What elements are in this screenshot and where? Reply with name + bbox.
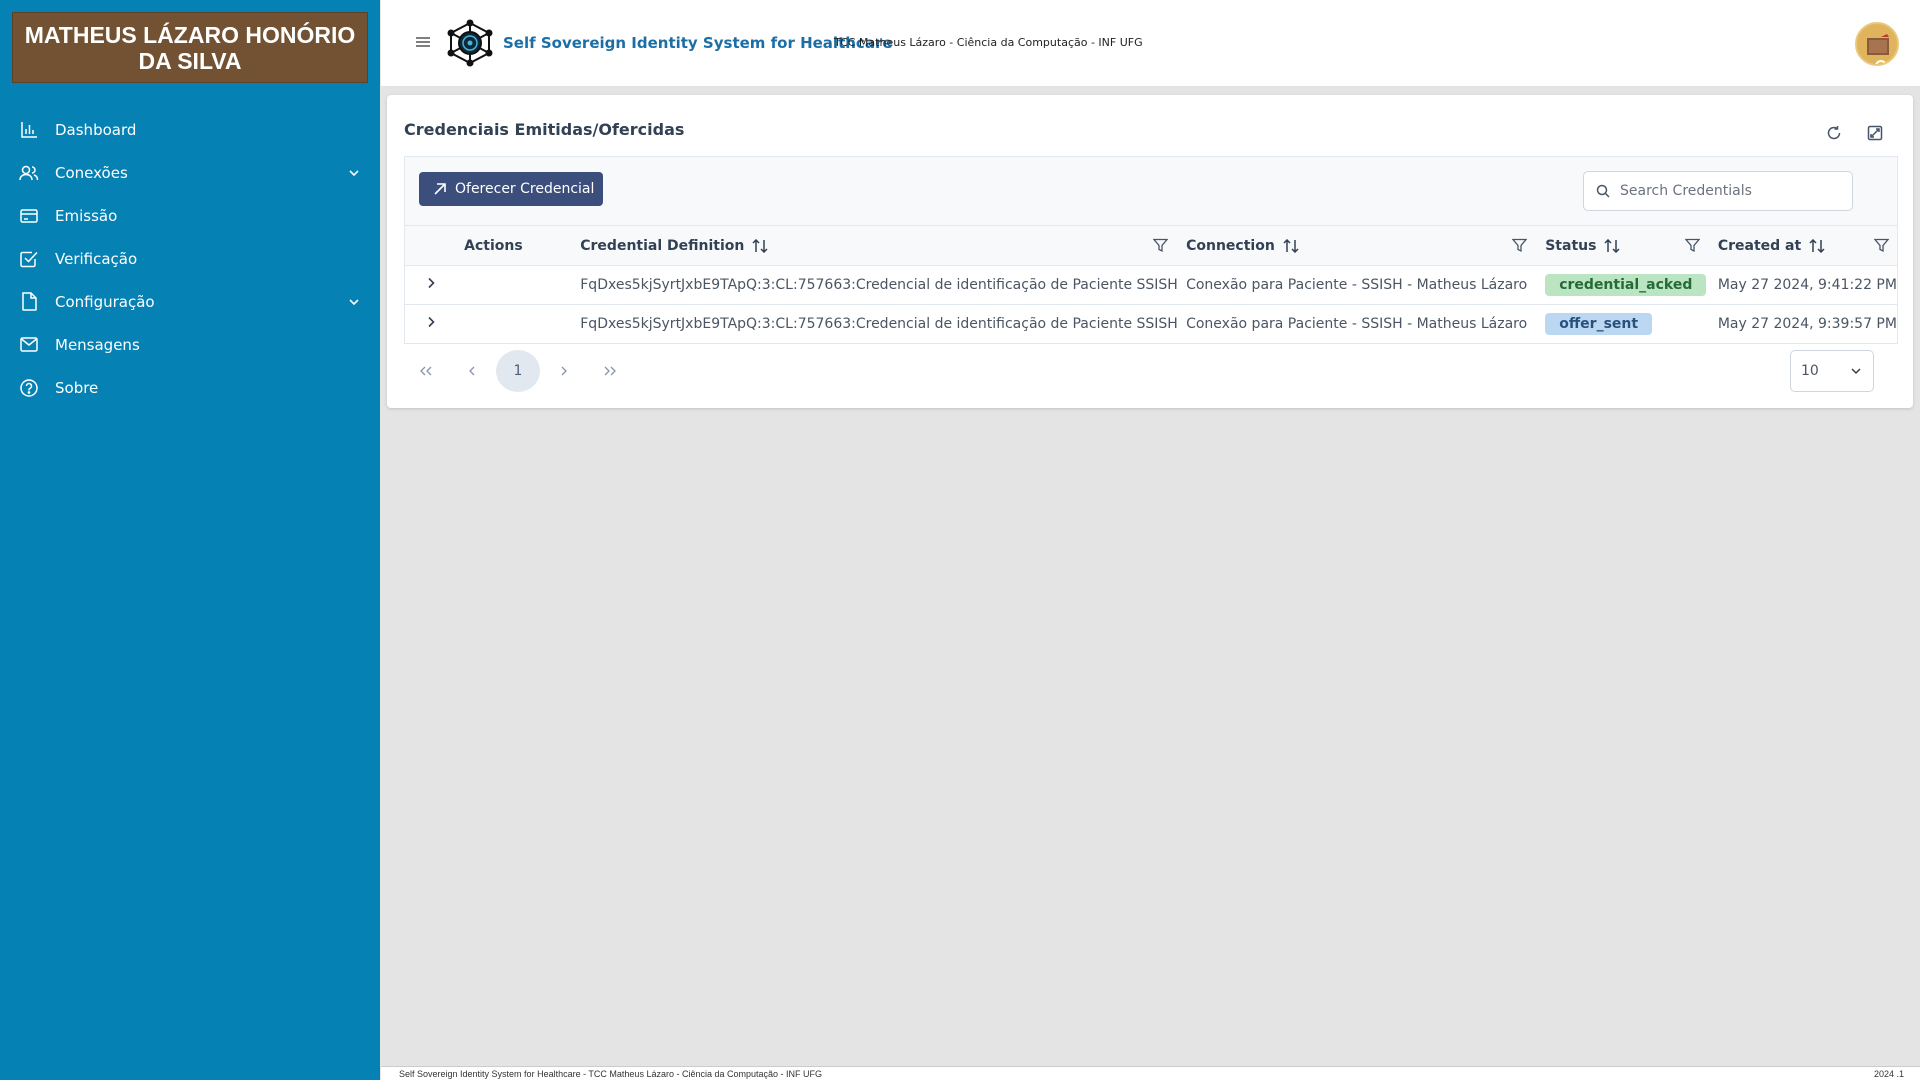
next-page-button[interactable] xyxy=(542,350,586,392)
topbar: Self Sovereign Identity System for Healt… xyxy=(381,0,1920,87)
status-badge: credential_acked xyxy=(1545,274,1707,296)
credentials-table: Actions Credential Definition Connection xyxy=(404,225,1898,344)
sort-icon[interactable] xyxy=(1283,238,1299,253)
chart-bar-icon xyxy=(19,120,39,140)
rows-per-page-value: 10 xyxy=(1801,363,1819,379)
chevron-down-icon xyxy=(1851,368,1861,375)
question-circle-icon xyxy=(19,378,39,398)
actions-cell xyxy=(464,304,581,344)
status-cell: offer_sent xyxy=(1545,304,1718,344)
check-square-icon xyxy=(19,249,39,269)
previous-page-button[interactable] xyxy=(450,350,494,392)
column-header-created-at[interactable]: Created at xyxy=(1717,225,1898,266)
sidebar-item-verificacao[interactable]: Verificação xyxy=(0,237,380,280)
chevron-right-icon xyxy=(428,277,435,289)
credentials-card: Credenciais Emitidas/Ofercidas Oferecer … xyxy=(387,95,1913,408)
rows-per-page-select[interactable]: 10 xyxy=(1790,350,1874,392)
pagination: 1 xyxy=(404,350,634,392)
offer-credential-label: Oferecer Credencial xyxy=(455,181,595,197)
sort-icon[interactable] xyxy=(1809,238,1825,253)
footer-version: 2024 .1 xyxy=(1873,1069,1904,1079)
chevron-left-icon xyxy=(469,366,475,376)
column-header-credential-definition[interactable]: Credential Definition xyxy=(580,225,1187,266)
chevron-down-icon xyxy=(346,294,362,310)
chevron-right-icon xyxy=(428,316,435,328)
app-subtitle: TCC Matheus Lázaro - Ciência da Computaç… xyxy=(834,36,1143,49)
table-row: FqDxes5kjSyrtJxbE9TApQ:3:CL:757663:Crede… xyxy=(404,304,1898,344)
footer-text: Self Sovereign Identity System for Healt… xyxy=(399,1069,823,1079)
column-header-status[interactable]: Status xyxy=(1545,225,1718,266)
sidebar-item-label: Conexões xyxy=(55,163,128,182)
filter-icon[interactable] xyxy=(1684,238,1700,253)
arrow-up-right-icon xyxy=(434,183,446,195)
filter-icon[interactable] xyxy=(1153,238,1169,253)
status-badge xyxy=(1875,60,1887,64)
envelope-icon xyxy=(19,335,39,355)
column-header-label: Status xyxy=(1545,237,1597,254)
footer: Self Sovereign Identity System for Healt… xyxy=(381,1066,1920,1080)
sidebar-item-conexoes[interactable]: Conexões xyxy=(0,151,380,194)
created-at-cell: May 27 2024, 9:39:57 PM xyxy=(1717,304,1898,344)
users-icon xyxy=(19,163,39,183)
refresh-icon[interactable] xyxy=(1823,122,1845,144)
expand-icon[interactable] xyxy=(1864,122,1886,144)
sidebar-item-sobre[interactable]: Sobre xyxy=(0,366,380,409)
credential-definition-cell: FqDxes5kjSyrtJxbE9TApQ:3:CL:757663:Crede… xyxy=(580,304,1187,344)
hamburger-menu-icon[interactable] xyxy=(415,34,431,50)
sidebar-item-dashboard[interactable]: Dashboard xyxy=(0,108,380,151)
column-header-label: Credential Definition xyxy=(580,237,745,254)
last-page-button[interactable] xyxy=(588,350,632,392)
user-name-banner: MATHEUS LÁZARO HONÓRIO DA SILVA xyxy=(12,12,368,83)
sidebar-item-mensagens[interactable]: Mensagens xyxy=(0,323,380,366)
status-badge: offer_sent xyxy=(1545,313,1653,335)
sort-icon[interactable] xyxy=(752,238,768,253)
sidebar-item-label: Verificação xyxy=(55,249,138,268)
table-toolbar: Oferecer Credencial xyxy=(404,156,1898,225)
sidebar-item-label: Emissão xyxy=(55,206,118,225)
offer-credential-button[interactable]: Oferecer Credencial xyxy=(419,172,603,206)
column-header-label: Created at xyxy=(1717,237,1802,254)
first-page-button[interactable] xyxy=(404,350,448,392)
row-expand-button[interactable] xyxy=(404,304,465,344)
sidebar-item-emissao[interactable]: Emissão xyxy=(0,194,380,237)
column-header-connection[interactable]: Connection xyxy=(1186,225,1546,266)
connection-cell: Conexão para Paciente - SSISH - Matheus … xyxy=(1186,304,1546,344)
search-icon xyxy=(1596,184,1610,198)
sidebar: MATHEUS LÁZARO HONÓRIO DA SILVA Dashboar… xyxy=(0,0,380,1080)
sidebar-item-label: Dashboard xyxy=(55,120,137,139)
actions-cell xyxy=(464,265,581,305)
sidebar-item-label: Configuração xyxy=(55,292,155,311)
created-at-cell: May 27 2024, 9:41:22 PM xyxy=(1717,265,1898,305)
connection-cell: Conexão para Paciente - SSISH - Matheus … xyxy=(1186,265,1546,305)
sidebar-item-label: Sobre xyxy=(55,378,99,397)
column-header-actions: Actions xyxy=(464,225,581,266)
file-icon xyxy=(19,292,39,312)
page-button-current[interactable]: 1 xyxy=(496,350,540,392)
column-header-label: Connection xyxy=(1186,237,1275,254)
table-row: FqDxes5kjSyrtJxbE9TApQ:3:CL:757663:Crede… xyxy=(404,265,1898,305)
credential-definition-cell: FqDxes5kjSyrtJxbE9TApQ:3:CL:757663:Crede… xyxy=(580,265,1187,305)
filter-icon[interactable] xyxy=(1874,238,1889,253)
sort-icon[interactable] xyxy=(1604,238,1620,253)
search-box xyxy=(1583,171,1853,211)
avatar[interactable] xyxy=(1855,22,1899,66)
expander-header xyxy=(404,225,465,266)
sidebar-nav: Dashboard Conexões Emissão Verificação C… xyxy=(0,108,380,409)
chevrons-right-icon xyxy=(604,366,616,376)
chevron-right-icon xyxy=(561,366,567,376)
page-title: Credenciais Emitidas/Ofercidas xyxy=(404,120,685,139)
search-input[interactable] xyxy=(1620,183,1840,199)
sidebar-item-label: Mensagens xyxy=(55,335,140,354)
row-expand-button[interactable] xyxy=(404,265,465,305)
sidebar-item-configuracao[interactable]: Configuração xyxy=(0,280,380,323)
filter-icon[interactable] xyxy=(1512,238,1528,253)
credit-card-icon xyxy=(19,206,39,226)
chevron-down-icon xyxy=(346,165,362,181)
status-cell: credential_acked xyxy=(1545,265,1718,305)
network-logo-icon xyxy=(445,18,495,68)
chevrons-left-icon xyxy=(420,366,432,376)
table-header-row: Actions Credential Definition Connection xyxy=(404,225,1898,266)
